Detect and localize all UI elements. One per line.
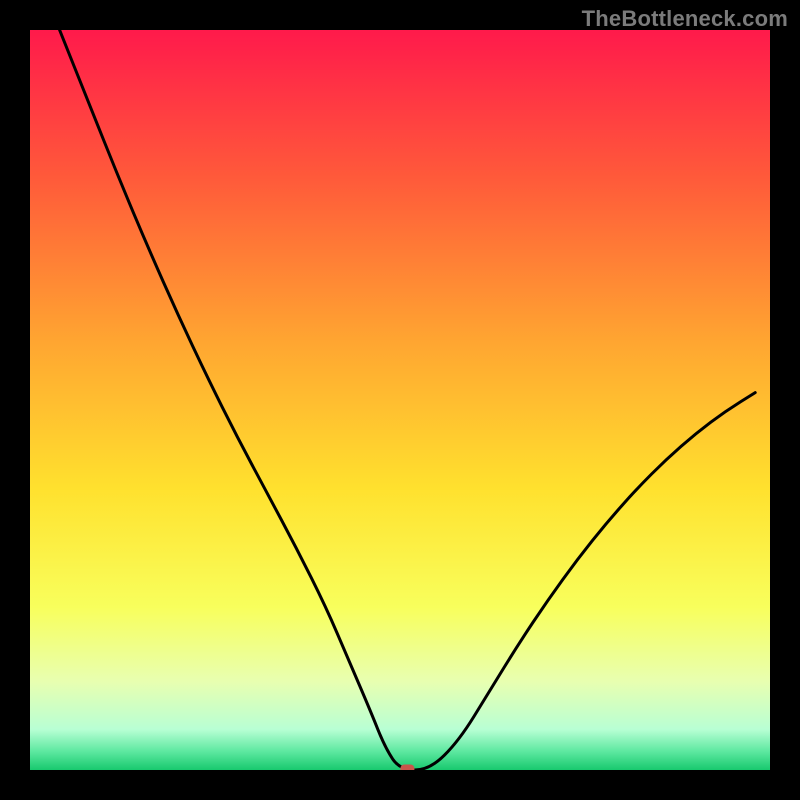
gradient-background bbox=[30, 30, 770, 770]
plot-area bbox=[30, 30, 770, 776]
chart-frame bbox=[0, 0, 800, 800]
bottleneck-chart bbox=[0, 0, 800, 800]
watermark-label: TheBottleneck.com bbox=[582, 6, 788, 32]
